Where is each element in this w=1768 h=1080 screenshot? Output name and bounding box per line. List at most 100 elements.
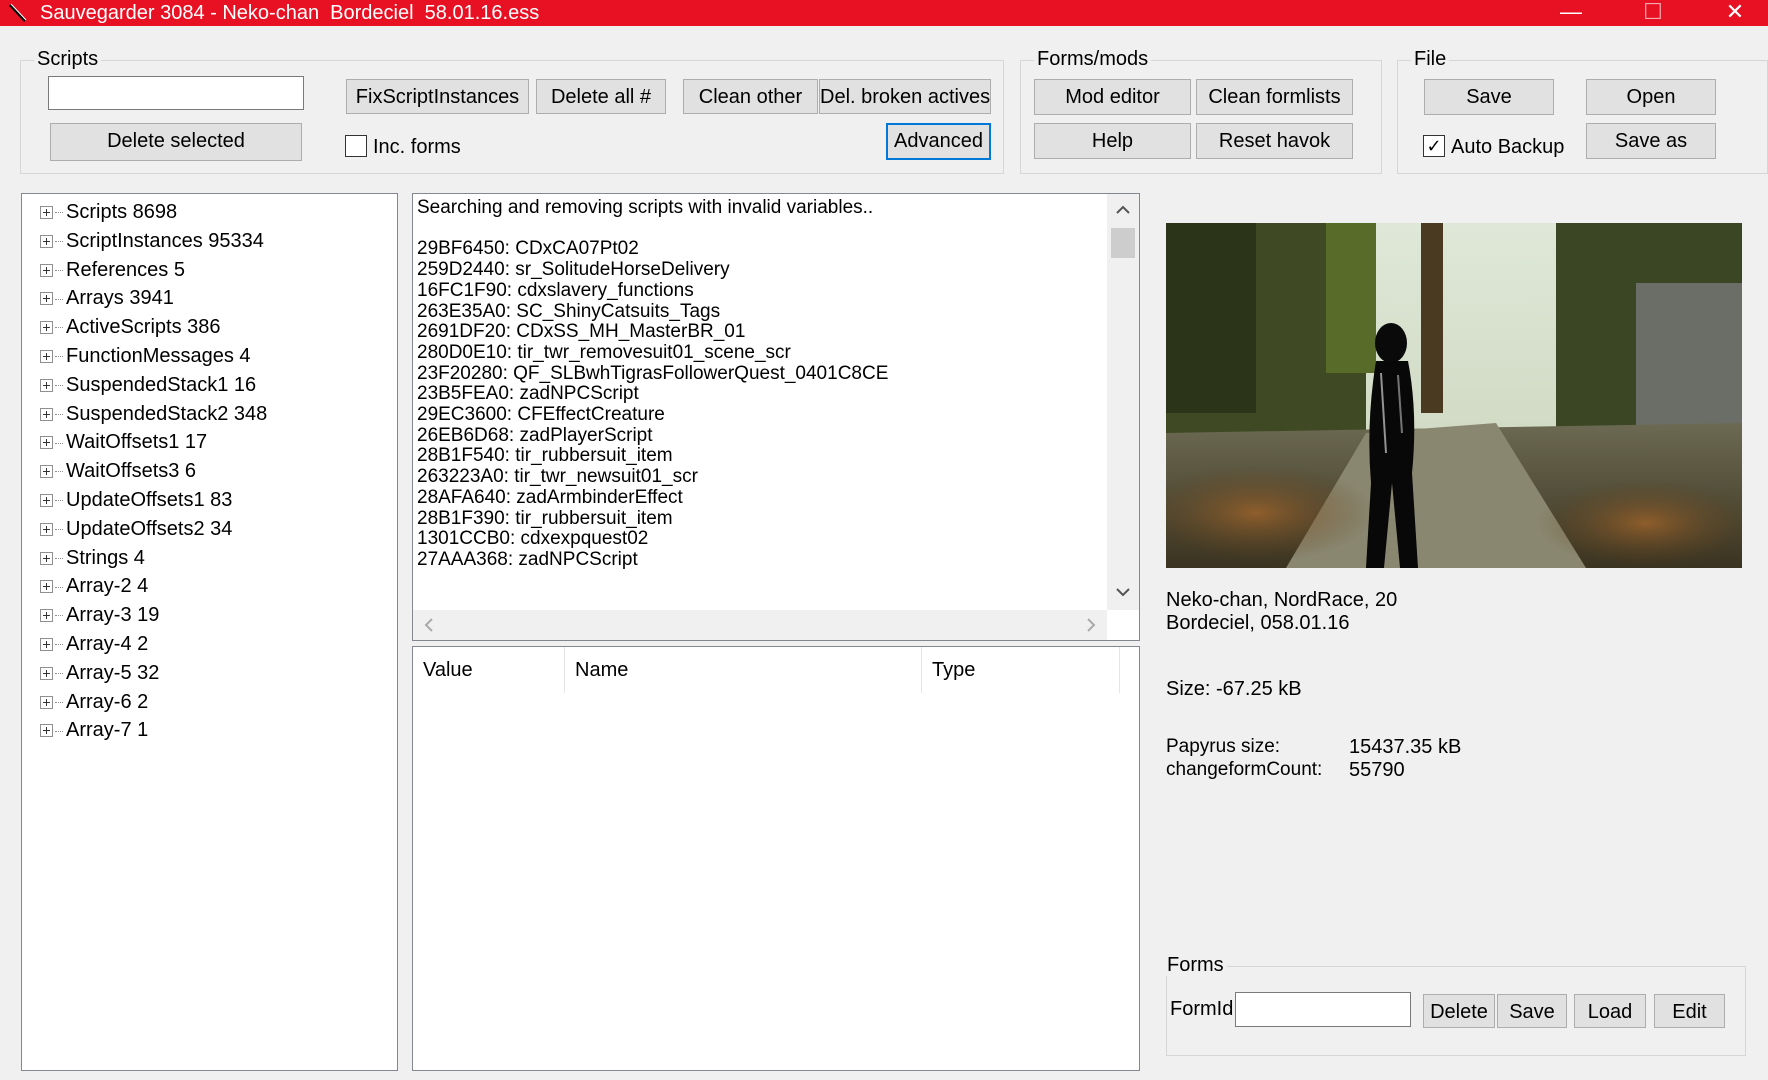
expand-icon[interactable] — [40, 321, 53, 335]
tree-connector — [55, 557, 63, 559]
tree-connector — [55, 529, 63, 531]
clean-other-button[interactable]: Clean other — [683, 79, 818, 114]
tree-connector — [55, 212, 63, 214]
load-form-button[interactable]: Load — [1574, 994, 1646, 1028]
column-header-value[interactable]: Value — [413, 647, 565, 693]
tree-item[interactable]: WaitOffsets3 6 — [40, 458, 196, 486]
expand-icon[interactable] — [40, 465, 53, 479]
expand-icon[interactable] — [40, 263, 53, 277]
tree-item-label: References 5 — [66, 258, 185, 281]
maximize-button[interactable]: ☐ — [1618, 0, 1688, 26]
tree-connector — [55, 586, 63, 588]
tree-item[interactable]: Strings 4 — [40, 545, 145, 573]
help-button[interactable]: Help — [1034, 123, 1191, 159]
tree-connector — [55, 269, 63, 271]
log-vertical-scrollbar[interactable] — [1107, 194, 1139, 610]
tree-item-label: ActiveScripts 386 — [66, 316, 221, 339]
expand-icon[interactable] — [40, 378, 53, 392]
scroll-left-icon[interactable] — [417, 610, 441, 640]
tree-item[interactable]: ScriptInstances 95334 — [40, 228, 264, 256]
column-header-type[interactable]: Type — [922, 647, 1120, 693]
save-tree-view[interactable]: Scripts 8698 ScriptInstances 95334 Referen… — [21, 193, 398, 1071]
scroll-thumb[interactable] — [1111, 228, 1135, 258]
log-horizontal-scrollbar[interactable] — [413, 610, 1107, 640]
tree-item[interactable]: FunctionMessages 4 — [40, 343, 251, 371]
tree-item-label: Scripts 8698 — [66, 201, 178, 223]
fix-script-instances-button[interactable]: FixScriptInstances — [346, 79, 529, 114]
expand-icon[interactable] — [40, 580, 53, 594]
inc-forms-checkbox[interactable] — [345, 135, 367, 157]
tree-item[interactable]: Array-3 19 — [40, 602, 159, 630]
expand-icon[interactable] — [40, 522, 53, 536]
tree-item[interactable]: UpdateOffsets2 34 — [40, 516, 232, 544]
tree-item[interactable]: References 5 — [40, 257, 185, 285]
tree-item[interactable]: SuspendedStack2 348 — [40, 401, 267, 429]
del-broken-actives-button[interactable]: Del. broken actives — [819, 79, 991, 114]
expand-icon[interactable] — [40, 724, 53, 738]
log-text: Searching and removing scripts with inva… — [417, 197, 889, 570]
script-search-input[interactable] — [48, 76, 304, 110]
scripts-group-label: Scripts — [34, 48, 102, 70]
papyrus-size-label: Papyrus size: — [1166, 736, 1281, 757]
expand-icon[interactable] — [40, 407, 53, 421]
tree-item[interactable]: Array-6 2 — [40, 689, 148, 717]
mod-editor-button[interactable]: Mod editor — [1034, 79, 1191, 115]
expand-icon[interactable] — [40, 666, 53, 680]
variables-table[interactable]: Value Name Type — [412, 646, 1140, 1071]
clean-formlists-button[interactable]: Clean formlists — [1196, 79, 1353, 115]
tree-item-label: Strings 4 — [66, 546, 145, 569]
log-output[interactable]: Searching and removing scripts with inva… — [412, 193, 1140, 641]
save-screenshot-image — [1166, 223, 1742, 568]
expand-icon[interactable] — [40, 436, 53, 450]
tree-item-label: UpdateOffsets1 83 — [66, 489, 233, 511]
tree-item[interactable]: Array-4 2 — [40, 631, 148, 659]
tree-item[interactable]: Scripts 8698 — [40, 199, 177, 227]
tree-connector — [55, 385, 63, 387]
scroll-right-icon[interactable] — [1079, 610, 1103, 640]
tree-item-label: UpdateOffsets2 34 — [66, 517, 233, 540]
tree-item[interactable]: ActiveScripts 386 — [40, 314, 221, 342]
delete-form-button[interactable]: Delete — [1423, 994, 1495, 1028]
formid-input[interactable] — [1235, 992, 1411, 1027]
tree-item-label: WaitOffsets3 6 — [66, 460, 197, 483]
papyrus-size-value: 15437.35 kB — [1349, 736, 1462, 758]
scroll-down-icon[interactable] — [1107, 580, 1139, 604]
expand-icon[interactable] — [40, 292, 53, 306]
tree-connector — [55, 471, 63, 473]
tree-item[interactable]: UpdateOffsets1 83 — [40, 487, 232, 515]
expand-icon[interactable] — [40, 234, 53, 248]
edit-form-button[interactable]: Edit — [1654, 994, 1725, 1028]
expand-icon[interactable] — [40, 695, 53, 709]
expand-icon[interactable] — [40, 638, 53, 651]
expand-icon[interactable] — [40, 609, 53, 623]
save-file-button[interactable]: Save — [1424, 79, 1554, 115]
tree-item[interactable]: SuspendedStack1 16 — [40, 372, 256, 400]
delete-selected-button[interactable]: Delete selected — [50, 123, 302, 161]
column-header-name[interactable]: Name — [565, 647, 922, 693]
tree-item-label: SuspendedStack2 348 — [66, 402, 268, 425]
tree-item[interactable]: Array-5 32 — [40, 660, 159, 688]
tree-item-label: Array-2 4 — [66, 575, 149, 598]
expand-icon[interactable] — [40, 494, 53, 507]
tree-connector — [55, 615, 63, 617]
save-form-button[interactable]: Save — [1497, 994, 1567, 1028]
expand-icon[interactable] — [40, 206, 53, 219]
delete-all-button[interactable]: Delete all # — [536, 79, 666, 114]
save-as-button[interactable]: Save as — [1586, 123, 1716, 159]
forms-mods-group-label: Forms/mods — [1034, 48, 1152, 70]
scroll-up-icon[interactable] — [1107, 198, 1139, 222]
auto-backup-checkbox[interactable]: ✓ — [1423, 135, 1445, 157]
tree-item[interactable]: Array-2 4 — [40, 573, 148, 601]
minimize-button[interactable]: — — [1536, 0, 1606, 26]
reset-havok-button[interactable]: Reset havok — [1196, 123, 1353, 159]
tree-item[interactable]: WaitOffsets1 17 — [40, 429, 207, 457]
tree-item[interactable]: Array-7 1 — [40, 717, 148, 745]
tree-item[interactable]: Arrays 3941 — [40, 285, 174, 313]
tree-connector — [55, 413, 63, 415]
tree-item-label: Array-4 2 — [66, 633, 149, 655]
expand-icon[interactable] — [40, 551, 53, 565]
open-file-button[interactable]: Open — [1586, 79, 1716, 115]
close-button[interactable]: ✕ — [1700, 0, 1768, 26]
advanced-button[interactable]: Advanced — [886, 123, 991, 160]
expand-icon[interactable] — [40, 350, 53, 363]
